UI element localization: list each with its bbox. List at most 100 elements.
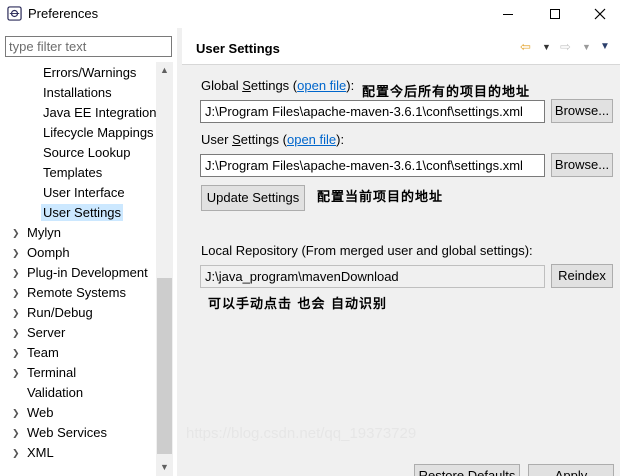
maximize-icon bbox=[550, 9, 560, 19]
tree-item-label: Web bbox=[27, 405, 54, 420]
tree-item-label: Mylyn bbox=[27, 225, 61, 240]
tree-item-label: Remote Systems bbox=[27, 285, 126, 300]
forward-dropdown-icon[interactable]: ▼ bbox=[582, 42, 591, 52]
label-mnemonic: S bbox=[242, 78, 251, 93]
close-icon bbox=[594, 8, 606, 20]
chevron-right-icon[interactable]: ❯ bbox=[12, 363, 27, 383]
tree-item-label: Web Services bbox=[27, 425, 107, 440]
label-text: ): bbox=[336, 132, 345, 147]
window-title: Preferences bbox=[28, 6, 99, 21]
reindex-button[interactable]: Reindex bbox=[551, 264, 613, 288]
watermark-text: https://blog.csdn.net/qq_19373729 bbox=[186, 425, 417, 442]
chevron-right-icon[interactable]: ❯ bbox=[12, 223, 27, 243]
tree-item-xml[interactable]: ❯ XML bbox=[12, 443, 54, 463]
label-text: User bbox=[201, 132, 233, 147]
tree-item-label: Templates bbox=[43, 165, 103, 180]
minimize-icon bbox=[503, 13, 513, 15]
back-dropdown-icon[interactable]: ▼ bbox=[542, 42, 551, 52]
tree-item-web-services[interactable]: ❯ Web Services bbox=[12, 423, 107, 443]
tree-item-java-ee-integration[interactable]: Java EE Integration bbox=[43, 103, 156, 123]
chevron-right-icon[interactable]: ❯ bbox=[12, 323, 27, 343]
user-browse-button[interactable]: Browse... bbox=[551, 153, 613, 177]
local-repository-annotation: 可以手动点击 也会 自动识别 bbox=[208, 297, 388, 312]
tree-item-label: Java EE Integration bbox=[43, 105, 156, 120]
chevron-right-icon[interactable]: ❯ bbox=[12, 343, 27, 363]
local-repository-label: Local Repository (From merged user and g… bbox=[201, 243, 533, 258]
scroll-down-icon[interactable]: ▼ bbox=[156, 459, 173, 476]
tree-item-web[interactable]: ❯ Web bbox=[12, 403, 54, 423]
label-text: ettings ( bbox=[250, 78, 298, 93]
restore-defaults-button[interactable]: Restore Defaults bbox=[414, 464, 520, 476]
close-button[interactable] bbox=[578, 0, 620, 28]
tree-item-terminal[interactable]: ❯ Terminal bbox=[12, 363, 76, 383]
tree-item-mylyn[interactable]: ❯ Mylyn bbox=[12, 223, 61, 243]
tree-item-installations[interactable]: Installations bbox=[43, 83, 112, 103]
tree-item-server[interactable]: ❯ Server bbox=[12, 323, 65, 343]
user-settings-field[interactable]: J:\Program Files\apache-maven-3.6.1\conf… bbox=[200, 154, 545, 177]
back-arrow-icon[interactable]: ⇦ bbox=[520, 39, 531, 55]
local-repository-field[interactable]: J:\java_program\mavenDownload bbox=[200, 265, 545, 288]
title-bar: Preferences bbox=[0, 0, 620, 28]
tree-item-label: Errors/Warnings bbox=[43, 65, 137, 80]
tree-item-label: Plug-in Development bbox=[27, 265, 148, 280]
minimize-button[interactable] bbox=[486, 0, 530, 28]
tree-item-label: Lifecycle Mappings bbox=[43, 125, 154, 140]
tree-item-team[interactable]: ❯ Team bbox=[12, 343, 59, 363]
tree-item-templates[interactable]: Templates bbox=[43, 163, 102, 183]
tree-item-user-settings[interactable]: User Settings bbox=[41, 203, 124, 223]
tree-item-label: Validation bbox=[27, 385, 84, 400]
preferences-navigation: Errors/Warnings Installations Java EE In… bbox=[0, 28, 176, 476]
maximize-button[interactable] bbox=[533, 0, 577, 28]
chevron-right-icon[interactable]: ❯ bbox=[12, 283, 27, 303]
tree-item-label: Source Lookup bbox=[43, 145, 131, 160]
tree-item-remote-systems[interactable]: ❯ Remote Systems bbox=[12, 283, 126, 303]
label-text: ): bbox=[346, 78, 355, 93]
chevron-right-icon[interactable]: ❯ bbox=[12, 423, 27, 443]
label-text: ettings ( bbox=[240, 132, 287, 147]
user-settings-annotation: 配置当前项目的地址 bbox=[317, 190, 444, 205]
tree-item-label: User Interface bbox=[43, 185, 125, 200]
apply-button[interactable]: Apply bbox=[528, 464, 614, 476]
tree-item-label: XML bbox=[27, 445, 54, 460]
global-browse-button[interactable]: Browse... bbox=[551, 99, 613, 123]
tree-item-lifecycle-mappings[interactable]: Lifecycle Mappings bbox=[43, 123, 154, 143]
user-open-file-link[interactable]: open file bbox=[287, 132, 336, 147]
tree-item-errors-warnings[interactable]: Errors/Warnings bbox=[43, 63, 136, 83]
user-settings-label: User Settings (open file): bbox=[201, 132, 344, 147]
label-text: Global bbox=[201, 78, 243, 93]
label-mnemonic: S bbox=[232, 132, 241, 147]
tree-item-run-debug[interactable]: ❯ Run/Debug bbox=[12, 303, 93, 323]
tree-item-label: Server bbox=[27, 325, 66, 340]
chevron-right-icon[interactable]: ❯ bbox=[12, 263, 27, 283]
tree-item-label: User Settings bbox=[41, 204, 124, 221]
scroll-up-icon[interactable]: ▲ bbox=[156, 62, 173, 79]
page-title: User Settings bbox=[196, 41, 280, 56]
tree-item-plug-in-development[interactable]: ❯ Plug-in Development bbox=[12, 263, 148, 283]
tree-item-label: Installations bbox=[43, 85, 112, 100]
tree-scrollbar[interactable]: ▲ ▼ bbox=[156, 62, 173, 476]
page-header: User Settings ⇦ ▼ ⇨ ▼ ▼ bbox=[182, 28, 620, 64]
tree-item-user-interface[interactable]: User Interface bbox=[43, 183, 125, 203]
chevron-right-icon[interactable]: ❯ bbox=[12, 443, 27, 463]
tree-item-validation[interactable]: Validation bbox=[12, 383, 83, 403]
tree-item-oomph[interactable]: ❯ Oomph bbox=[12, 243, 70, 263]
chevron-right-icon[interactable]: ❯ bbox=[12, 303, 27, 323]
filter-input[interactable] bbox=[5, 36, 172, 57]
global-open-file-link[interactable]: open file bbox=[297, 78, 346, 93]
tree-item-label: Terminal bbox=[27, 365, 77, 380]
scrollbar-thumb[interactable] bbox=[157, 278, 172, 454]
chevron-right-icon[interactable]: ❯ bbox=[12, 403, 27, 423]
tree-item-label: Run/Debug bbox=[27, 305, 93, 320]
header-divider bbox=[182, 64, 620, 65]
global-settings-label: Global Settings (open file): bbox=[201, 78, 354, 93]
preferences-tree: Errors/Warnings Installations Java EE In… bbox=[0, 62, 156, 476]
global-settings-field[interactable]: J:\Program Files\apache-maven-3.6.1\conf… bbox=[200, 100, 545, 123]
global-settings-annotation: 配置今后所有的项目的地址 bbox=[362, 85, 531, 100]
tree-item-source-lookup[interactable]: Source Lookup bbox=[43, 143, 130, 163]
view-menu-icon[interactable]: ▼ bbox=[600, 41, 610, 52]
update-settings-button[interactable]: Update Settings bbox=[201, 185, 305, 211]
forward-arrow-icon[interactable]: ⇨ bbox=[560, 39, 571, 55]
chevron-right-icon[interactable]: ❯ bbox=[12, 243, 27, 263]
eclipse-app-icon bbox=[7, 6, 22, 21]
preferences-window: Preferences Errors/Warnings Installation… bbox=[0, 0, 620, 476]
